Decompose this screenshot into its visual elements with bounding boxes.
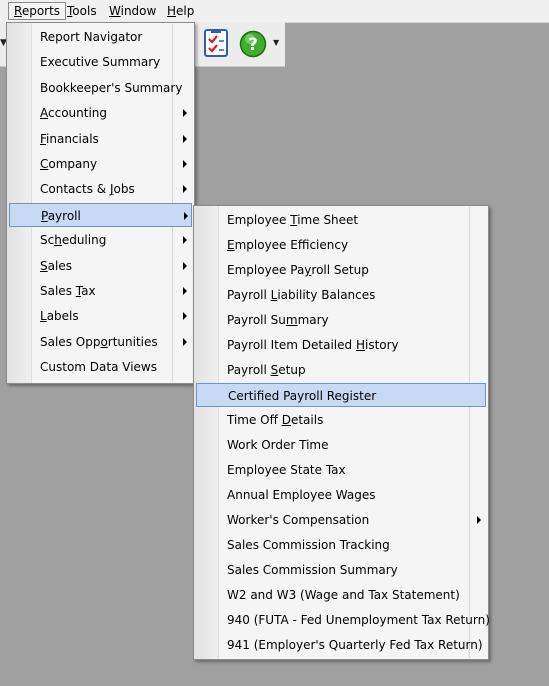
submenu-arrow-icon xyxy=(184,211,188,220)
menu-item-label: Scheduling xyxy=(40,233,107,248)
menu-item-label: W2 and W3 (Wage and Tax Statement) xyxy=(227,588,460,602)
menu-item-label: 941 (Employer's Quarterly Fed Tax Return… xyxy=(227,638,483,652)
menu-item-label: Work Order Time xyxy=(227,438,329,452)
menu-item-label: Payroll Item Detailed History xyxy=(227,338,399,352)
menu-item-label: 940 (FUTA - Fed Unemployment Tax Return) xyxy=(227,613,490,627)
reports-item-company[interactable]: Company xyxy=(9,152,192,176)
reports-item-financials[interactable]: Financials xyxy=(9,127,192,151)
menu-window[interactable]: Window xyxy=(104,2,161,20)
payroll-submenu: Employee Time Sheet Employee Efficiency Em… xyxy=(193,205,490,660)
help-dropdown-arrow-icon[interactable]: ▼ xyxy=(273,38,279,47)
payroll-item-sales-commission-summary[interactable]: Sales Commission Summary xyxy=(196,558,486,582)
submenu-arrow-icon xyxy=(183,261,187,270)
payroll-item-employee-state-tax[interactable]: Employee State Tax xyxy=(196,458,486,482)
payroll-item-payroll-item-detailed-history[interactable]: Payroll Item Detailed History xyxy=(196,333,486,357)
submenu-arrow-icon xyxy=(183,134,187,143)
svg-text:?: ? xyxy=(248,35,258,55)
reports-item-scheduling[interactable]: Scheduling xyxy=(9,228,192,252)
menu-item-label: Payroll xyxy=(41,208,81,223)
reports-item-report-navigator[interactable]: Report Navigator xyxy=(9,25,192,49)
submenu-arrow-icon xyxy=(477,516,481,524)
payroll-item-employee-efficiency[interactable]: Employee Efficiency xyxy=(196,233,486,257)
reports-item-contacts-jobs[interactable]: Contacts & Jobs xyxy=(9,177,192,201)
reports-item-accounting[interactable]: Accounting xyxy=(9,101,192,125)
help-icon[interactable]: ? xyxy=(239,30,267,58)
menu-item-label: Employee State Tax xyxy=(227,463,346,477)
menu-item-label: Time Off Details xyxy=(227,413,324,427)
reports-item-sales-opportunities[interactable]: Sales Opportunities xyxy=(9,330,192,354)
payroll-item-940-futa-fed-unemployment-tax-return[interactable]: 940 (FUTA - Fed Unemployment Tax Return) xyxy=(196,608,490,632)
reports-item-sales[interactable]: Sales xyxy=(9,254,192,278)
submenu-arrow-icon xyxy=(183,160,187,168)
payroll-item-employee-time-sheet[interactable]: Employee Time Sheet xyxy=(196,208,486,232)
menu-item-label: Payroll Setup xyxy=(227,363,306,377)
payroll-item-941-employer-s-quarterly-fed-tax-return[interactable]: 941 (Employer's Quarterly Fed Tax Return… xyxy=(196,633,486,657)
menu-item-label: Financials xyxy=(40,131,99,146)
submenu-arrow-icon xyxy=(183,236,187,245)
reports-item-labels[interactable]: Labels xyxy=(9,304,192,328)
submenu-arrow-icon xyxy=(183,312,187,321)
menu-item-label: Payroll Summary xyxy=(227,313,329,327)
payroll-item-payroll-liability-balances[interactable]: Payroll Liability Balances xyxy=(196,283,486,307)
reports-item-payroll[interactable]: Payroll xyxy=(9,202,192,227)
payroll-item-work-order-time[interactable]: Work Order Time xyxy=(196,433,486,457)
menu-item-label: Worker's Compensation xyxy=(227,513,370,527)
submenu-arrow-icon xyxy=(183,109,187,118)
menu-item-label: Sales xyxy=(40,258,72,273)
submenu-arrow-icon xyxy=(183,185,187,194)
menu-item-label: Certified Payroll Register xyxy=(228,389,377,403)
menu-item-label: Sales Tax xyxy=(40,284,96,298)
menu-item-label: Sales Commission Tracking xyxy=(227,538,390,552)
payroll-item-annual-employee-wages[interactable]: Annual Employee Wages xyxy=(196,483,486,507)
menu-item-label: Accounting xyxy=(40,106,108,121)
menu-reports[interactable]: Reports xyxy=(8,2,67,20)
menu-item-label: Sales Opportunities xyxy=(40,334,158,349)
submenu-arrow-icon xyxy=(183,287,187,295)
menu-item-label: Custom Data Views xyxy=(40,360,157,375)
payroll-item-w2-and-w3-wage-and-tax-statement[interactable]: W2 and W3 (Wage and Tax Statement) xyxy=(196,583,486,607)
menu-item-label: Company xyxy=(40,157,98,171)
menu-item-label: Sales Commission Summary xyxy=(227,563,398,577)
payroll-item-employee-payroll-setup[interactable]: Employee Payroll Setup xyxy=(196,258,486,282)
menu-item-label: Employee Efficiency xyxy=(227,238,349,252)
payroll-item-sales-commission-tracking[interactable]: Sales Commission Tracking xyxy=(196,533,486,557)
menu-bar: Reports Tools Window Help xyxy=(0,0,549,23)
menu-item-label: Contacts & Jobs xyxy=(40,182,135,197)
menu-item-label: Employee Time Sheet xyxy=(227,213,359,227)
reports-item-custom-data-views[interactable]: Custom Data Views xyxy=(9,355,192,379)
menu-item-label: Report Navigator xyxy=(40,30,143,44)
payroll-item-time-off-details[interactable]: Time Off Details xyxy=(196,408,486,432)
menu-item-label: Payroll Liability Balances xyxy=(227,288,376,302)
payroll-item-certified-payroll-register[interactable]: Certified Payroll Register xyxy=(196,383,486,407)
payroll-item-worker-s-compensation[interactable]: Worker's Compensation xyxy=(196,508,486,532)
menu-item-label: Employee Payroll Setup xyxy=(227,263,369,277)
reports-menu: Report Navigator Executive Summary Bookkee… xyxy=(6,22,195,384)
reports-item-sales-tax[interactable]: Sales Tax xyxy=(9,279,192,303)
payroll-item-payroll-setup[interactable]: Payroll Setup xyxy=(196,358,486,382)
payroll-item-payroll-summary[interactable]: Payroll Summary xyxy=(196,308,486,332)
menu-item-label: Annual Employee Wages xyxy=(227,488,376,502)
menu-item-label: Labels xyxy=(40,309,79,324)
menu-item-label: Bookkeeper's Summary xyxy=(40,80,183,95)
checklist-icon[interactable] xyxy=(203,29,229,57)
submenu-arrow-icon xyxy=(183,337,187,346)
reports-item-bookkeeper-s-summary[interactable]: Bookkeeper's Summary xyxy=(9,76,192,100)
reports-item-executive-summary[interactable]: Executive Summary xyxy=(9,50,192,74)
menu-tools[interactable]: Tools xyxy=(62,2,102,20)
menu-item-label: Executive Summary xyxy=(40,55,161,70)
menu-help[interactable]: Help xyxy=(162,2,199,20)
